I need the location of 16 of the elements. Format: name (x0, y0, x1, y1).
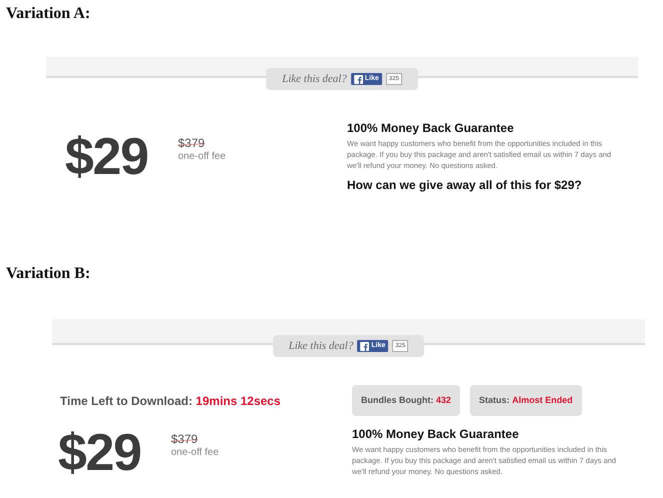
price: $29 (65, 131, 149, 183)
variation-heading: Variation A: (5, 4, 92, 24)
variation-heading: Variation B: (5, 264, 92, 284)
facebook-icon (360, 342, 370, 350)
guarantee-title: 100% Money Back Guarantee (352, 427, 520, 442)
fee-note: one-off fee (171, 447, 219, 460)
like-prompt: Like this deal? (282, 72, 347, 87)
guarantee-title: 100% Money Back Guarantee (347, 121, 515, 136)
price: $29 (58, 427, 142, 479)
fee-note: one-off fee (178, 151, 226, 164)
stat-card: Bundles Bought: 432 (352, 385, 460, 416)
countdown: Time Left to Download: 19mins 12secs (60, 394, 281, 408)
question-heading: How can we give away all of this for $29? (347, 178, 583, 193)
like-prompt: Like this deal? (288, 338, 354, 354)
stat-card: Status: Almost Ended (470, 385, 582, 416)
facebook-icon (354, 74, 363, 84)
